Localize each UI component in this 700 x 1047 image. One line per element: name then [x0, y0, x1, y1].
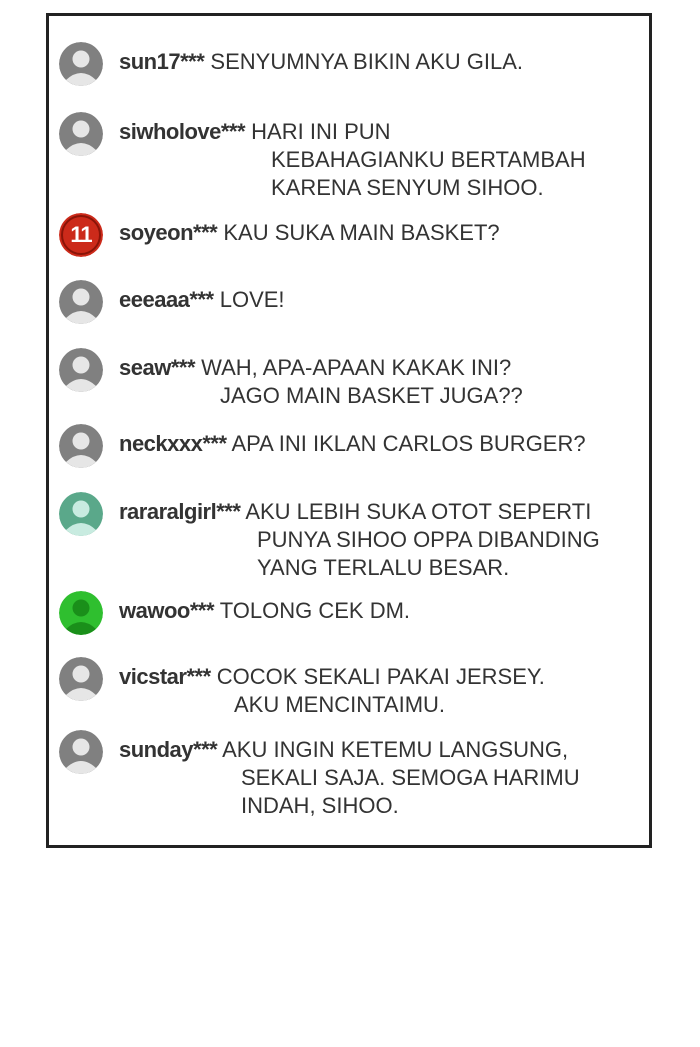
- comment-line: YANG TERLALU BESAR.: [257, 555, 510, 580]
- user-silhouette-icon: [59, 657, 103, 701]
- user-silhouette-icon: [59, 591, 103, 635]
- comment-username[interactable]: vicstar***: [119, 664, 211, 689]
- avatar[interactable]: [59, 112, 103, 156]
- comment-username[interactable]: sun17***: [119, 49, 205, 74]
- comment-line: AKU INGIN KETEMU LANGSUNG,: [222, 737, 569, 762]
- avatar[interactable]: [59, 730, 103, 774]
- avatar[interactable]: [59, 591, 103, 635]
- comment-line: KEBAHAGIANKU BERTAMBAH: [271, 147, 586, 172]
- comment-username[interactable]: rararalgirl***: [119, 499, 241, 524]
- comment-line: SEKALI SAJA. SEMOGA HARIMU: [241, 765, 580, 790]
- avatar[interactable]: [59, 280, 103, 324]
- comment-line: KAU SUKA MAIN BASKET?: [223, 220, 500, 245]
- user-silhouette-icon: [59, 42, 103, 86]
- comment-text: seaw*** WAH, APA-APAAN KAKAK INI? JAGO M…: [119, 354, 644, 410]
- comment-text: eeeaaa*** LOVE!: [119, 286, 644, 314]
- comment-line: SENYUMNYA BIKIN AKU GILA.: [210, 49, 523, 74]
- comment-text: neckxxx*** APA INI IKLAN CARLOS BURGER?: [119, 430, 644, 458]
- comment-panel: sun17*** SENYUMNYA BIKIN AKU GILA. siwho…: [46, 13, 652, 848]
- comment-line: JAGO MAIN BASKET JUGA??: [220, 383, 523, 408]
- comment-line: LOVE!: [219, 287, 285, 312]
- avatar[interactable]: 11: [59, 213, 103, 257]
- comment-username[interactable]: siwholove***: [119, 119, 246, 144]
- comment-username[interactable]: soyeon***: [119, 220, 218, 245]
- user-silhouette-icon: [59, 348, 103, 392]
- comment-text: sunday*** AKU INGIN KETEMU LANGSUNG, SEK…: [119, 736, 644, 820]
- comment-username[interactable]: wawoo***: [119, 598, 215, 623]
- comment-username[interactable]: neckxxx***: [119, 431, 227, 456]
- badge-count: 11: [70, 222, 92, 247]
- comment-text: rararalgirl*** AKU LEBIH SUKA OTOT SEPER…: [119, 498, 644, 582]
- comment-username[interactable]: eeeaaa***: [119, 287, 214, 312]
- comment-text: soyeon*** KAU SUKA MAIN BASKET?: [119, 219, 644, 247]
- comment-line: COCOK SEKALI PAKAI JERSEY.: [216, 664, 545, 689]
- avatar[interactable]: [59, 657, 103, 701]
- comment-line: TOLONG CEK DM.: [219, 598, 411, 623]
- user-silhouette-icon: [59, 424, 103, 468]
- comment-line: WAH, APA-APAAN KAKAK INI?: [201, 355, 512, 380]
- avatar[interactable]: [59, 348, 103, 392]
- comment-username[interactable]: seaw***: [119, 355, 196, 380]
- user-silhouette-icon: [59, 730, 103, 774]
- comment-line: PUNYA SIHOO OPPA DIBANDING: [257, 527, 600, 552]
- comment-text: vicstar*** COCOK SEKALI PAKAI JERSEY. AK…: [119, 663, 644, 719]
- user-silhouette-icon: [59, 492, 103, 536]
- comment-line: AKU LEBIH SUKA OTOT SEPERTI: [245, 499, 592, 524]
- user-silhouette-icon: [59, 280, 103, 324]
- comment-text: siwholove*** HARI INI PUN KEBAHAGIANKU B…: [119, 118, 644, 202]
- comment-line: HARI INI PUN: [251, 119, 391, 144]
- comment-line: AKU MENCINTAIMU.: [234, 692, 446, 717]
- comment-line: APA INI IKLAN CARLOS BURGER?: [231, 431, 586, 456]
- comment-text: sun17*** SENYUMNYA BIKIN AKU GILA.: [119, 48, 644, 76]
- comment-line: KARENA SENYUM SIHOO.: [271, 175, 544, 200]
- comment-line: INDAH, SIHOO.: [241, 793, 399, 818]
- user-silhouette-icon: [59, 112, 103, 156]
- avatar[interactable]: [59, 492, 103, 536]
- avatar[interactable]: [59, 424, 103, 468]
- avatar[interactable]: [59, 42, 103, 86]
- comment-text: wawoo*** TOLONG CEK DM.: [119, 597, 644, 625]
- comment-username[interactable]: sunday***: [119, 737, 218, 762]
